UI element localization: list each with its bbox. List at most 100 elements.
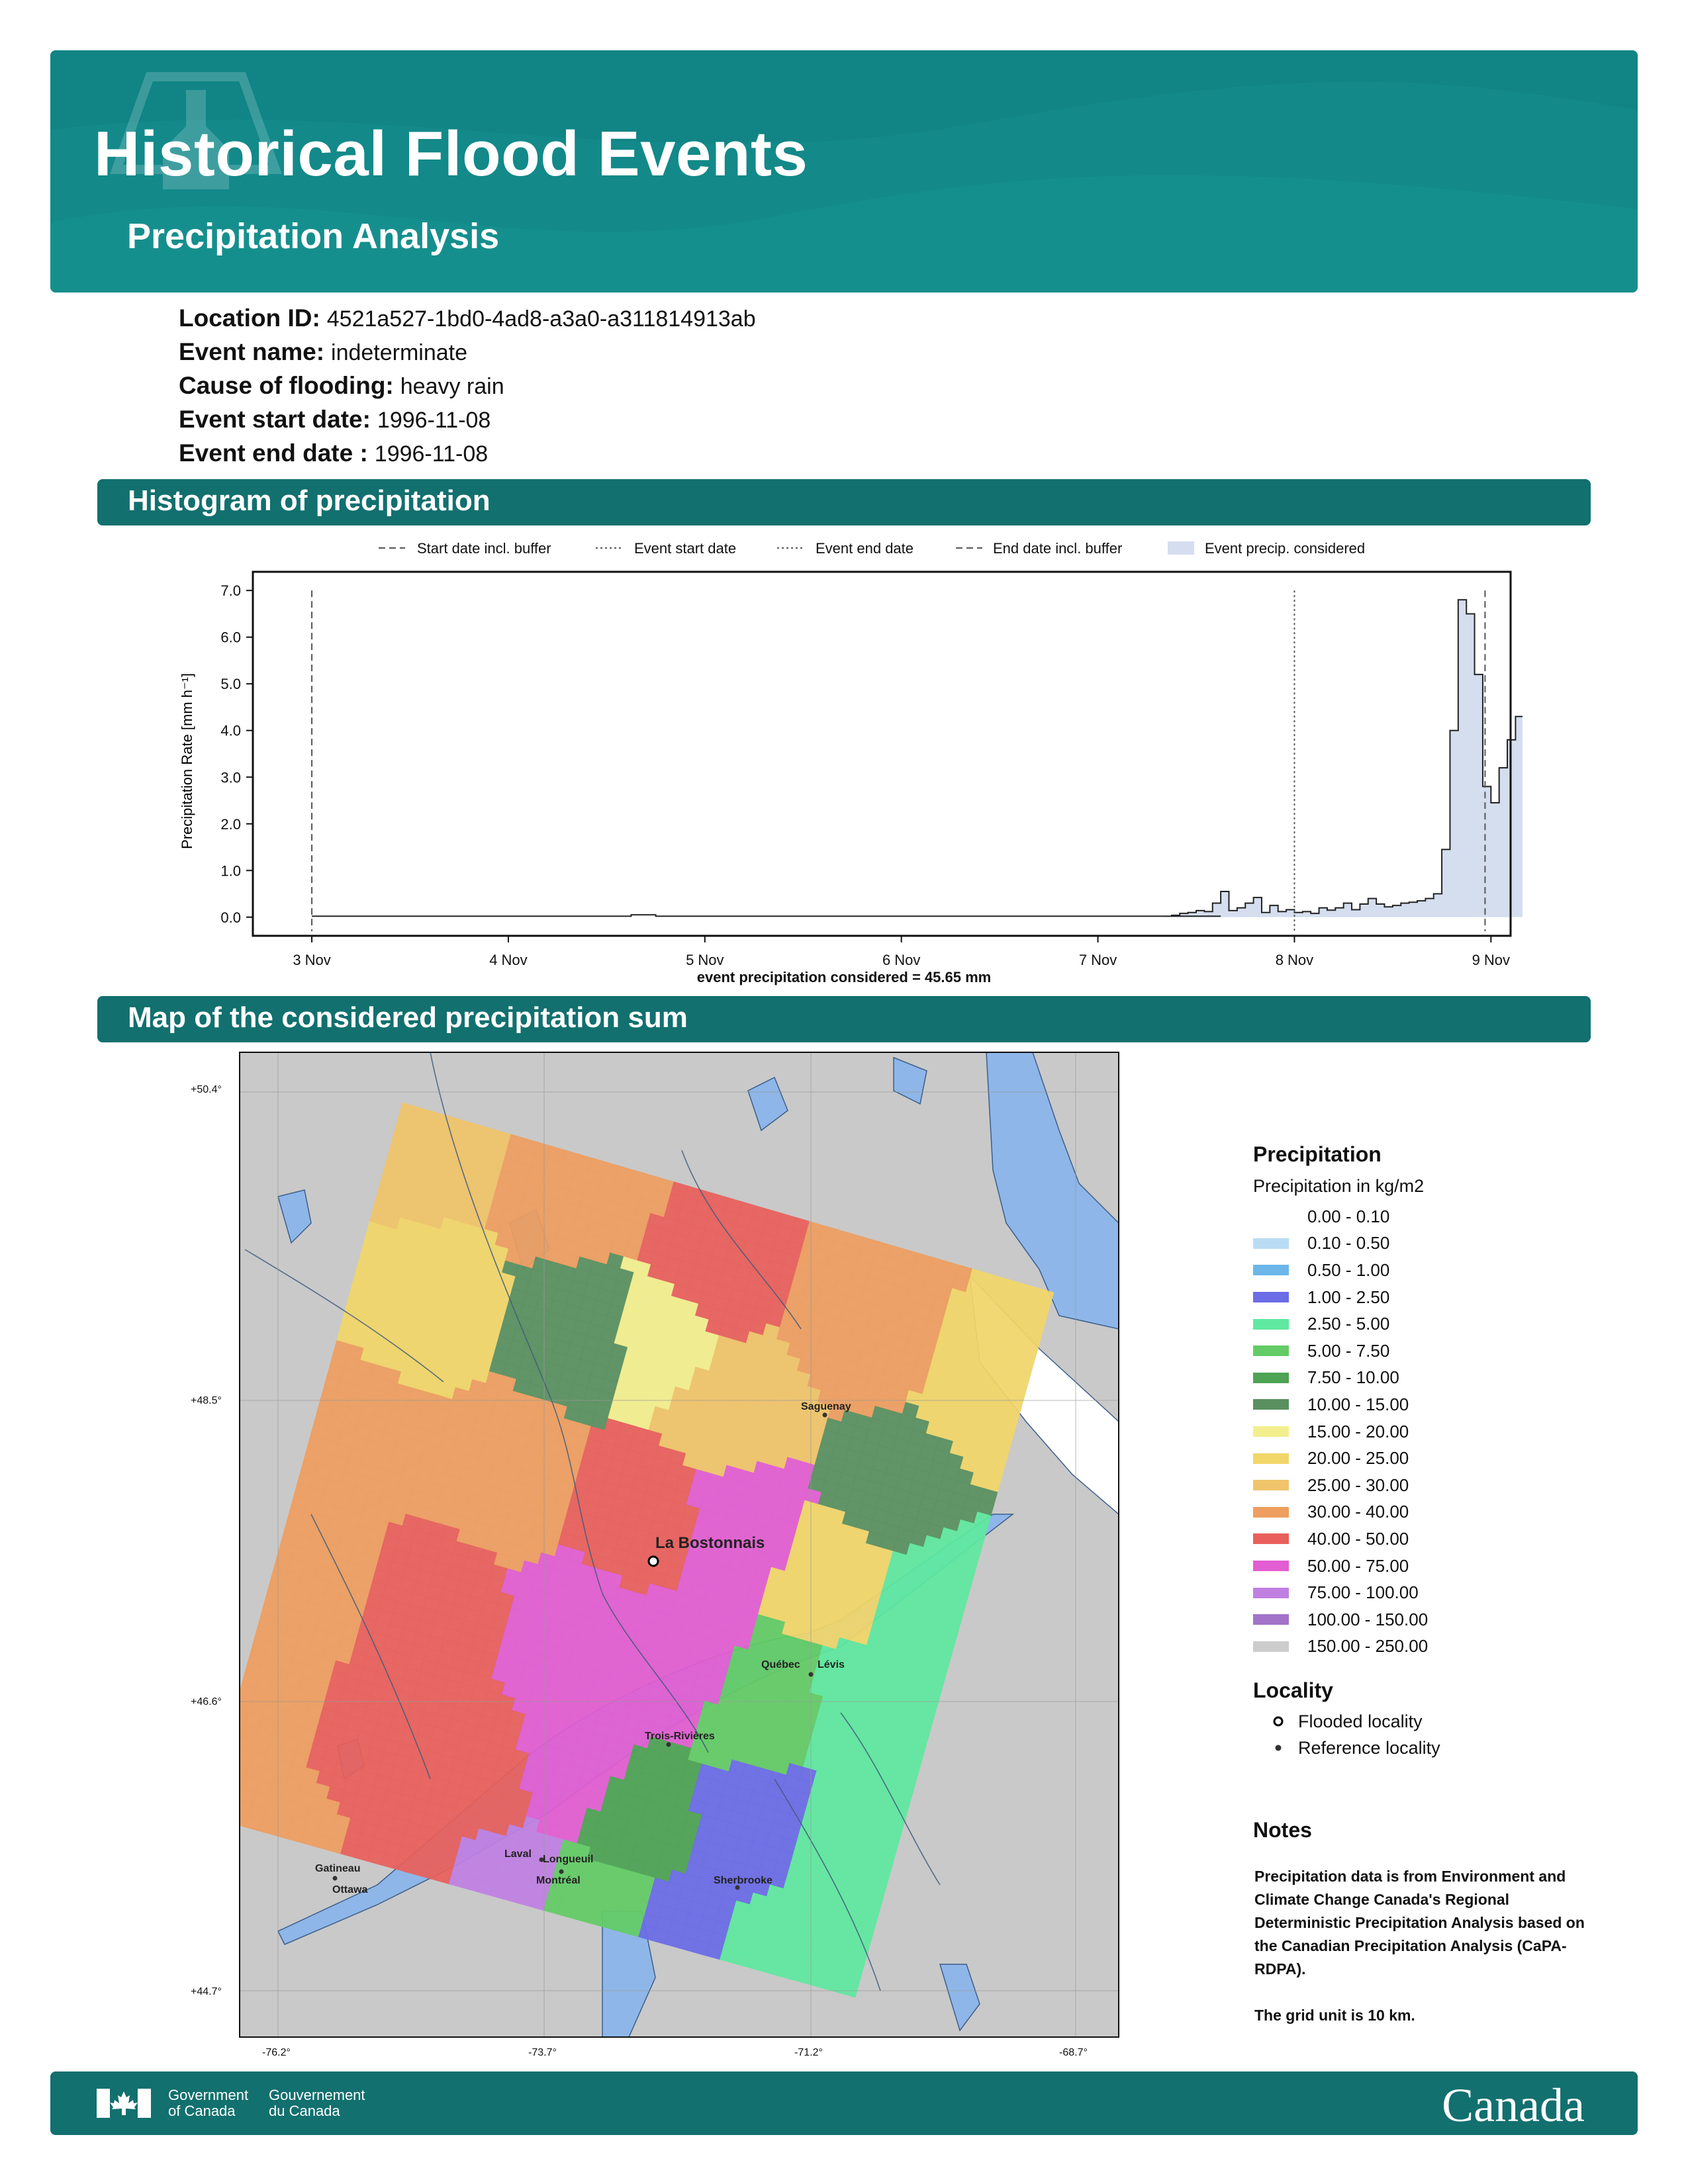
legend-bin-label: 30.00 - 40.00 [1307, 1502, 1409, 1522]
legend-bin: 1.00 - 2.50 [1253, 1284, 1624, 1311]
legend-swatch [1253, 1399, 1289, 1410]
grid-cell [222, 1796, 238, 1812]
legend-event-end: Event end date [777, 540, 914, 557]
legend-bin-label: 15.00 - 20.00 [1307, 1421, 1409, 1441]
svg-text:Start date incl. buffer: Start date incl. buffer [417, 540, 551, 557]
lon-tick: -76.2° [262, 2047, 291, 2058]
place-sherbrooke: Sherbrooke [714, 1875, 773, 1886]
y-tick-label: 7.0 [220, 582, 241, 599]
x-tick-label: 6 Nov [882, 952, 920, 966]
section-histogram: Histogram of precipitation [97, 479, 1591, 525]
svg-text:Event precip. considered: Event precip. considered [1205, 540, 1365, 557]
legend-bin: 0.10 - 0.50 [1253, 1230, 1624, 1257]
info-cause: Cause of flooding: heavy rain [179, 372, 504, 399]
x-tick-label: 4 Nov [489, 952, 527, 966]
place-longueuil: Longueuil [543, 1854, 593, 1865]
legend-bin: 2.50 - 5.00 [1253, 1310, 1624, 1338]
legend-swatch [1253, 1345, 1289, 1357]
legend-end-buffer: End date incl. buffer [956, 540, 1122, 557]
info-end-date: Event end date :1996-11-08 [179, 439, 489, 467]
legend-swatch [1253, 1292, 1289, 1303]
legend-swatch [1253, 1533, 1289, 1545]
precip-fill-area [1163, 600, 1523, 917]
grid-cell [205, 1804, 222, 1820]
legend-bin-label: 2.50 - 5.00 [1307, 1314, 1390, 1334]
legend-bin: 100.00 - 150.00 [1253, 1606, 1624, 1633]
legend-bin-label: 0.00 - 0.10 [1307, 1206, 1390, 1226]
precip-line [312, 599, 1523, 917]
section-map-title: Map of the considered precipitation sum [128, 1001, 688, 1034]
legend-swatch [1253, 1641, 1289, 1652]
locality-title: Locality [1253, 1678, 1333, 1703]
grid-cell [209, 1792, 225, 1808]
notes-text-grid: The grid unit is 10 km. [1254, 2007, 1415, 2024]
info-start-date: Event start date: 1996-11-08 [179, 406, 491, 433]
grid-cell [218, 1808, 235, 1824]
legend-swatch [1253, 1480, 1289, 1491]
legend-bin-label: 50.00 - 75.00 [1307, 1555, 1409, 1576]
info-location-id: Location ID: 4521a527-1bd0-4ad8-a3a0-a311… [179, 304, 756, 332]
legend-swatch [1253, 1426, 1289, 1437]
legend-bin-label: 7.50 - 10.00 [1307, 1367, 1399, 1388]
precipitation-map: +50.4° +48.5° +46.6° +44.7° -76.2° -73.7… [179, 1051, 1120, 2058]
legend-start-buffer: Start date incl. buffer [379, 540, 551, 557]
legend-flooded: Flooded locality [1253, 1708, 1624, 1735]
gov-fr: Gouvernement du Canada [269, 2087, 365, 2119]
y-tick-label: 4.0 [220, 723, 241, 739]
page-subtitle: Precipitation Analysis [127, 216, 500, 256]
place-ottawa: Ottawa [332, 1884, 367, 1895]
map-legend: Precipitation Precipitation in kg/m2 0.0… [1253, 1142, 1624, 1761]
place-la-bostonnais: La Bostonnais [655, 1534, 765, 1552]
legend-bin: 15.00 - 20.00 [1253, 1418, 1624, 1445]
place-trois-rivieres: Trois-Rivières [645, 1731, 715, 1742]
notes-text-source: Precipitation data is from Environment a… [1254, 1868, 1585, 1978]
info-event-name: Event name: indeterminate [179, 338, 468, 365]
legend-bin: 30.00 - 40.00 [1253, 1499, 1624, 1526]
x-tick-label: 5 Nov [686, 952, 724, 966]
canada-wordmark: Canada [1442, 2079, 1585, 2132]
legend-bin-label: 25.00 - 30.00 [1307, 1475, 1409, 1495]
grid-cell [218, 1756, 235, 1772]
flooded-locality-marker [647, 1555, 659, 1567]
legend-bin-label: 0.50 - 1.00 [1307, 1259, 1390, 1280]
lon-tick: -71.2° [794, 2047, 823, 2058]
place-montreal: Montréal [536, 1875, 581, 1886]
legend-subtitle: Precipitation in kg/m2 [1253, 1176, 1425, 1196]
legend-swatch [1253, 1506, 1289, 1518]
header-banner: Historical Flood Events Precipitation An… [50, 50, 1638, 293]
section-map: Map of the considered precipitation sum [97, 996, 1591, 1042]
legend-title: Precipitation [1253, 1142, 1382, 1166]
y-tick-label: 6.0 [220, 629, 241, 646]
legend-bin-label: 0.10 - 0.50 [1307, 1233, 1390, 1253]
x-axis-label: event precipitation considered = 45.65 m… [696, 969, 992, 985]
legend-bin: 20.00 - 25.00 [1253, 1445, 1624, 1472]
legend-bin: 10.00 - 15.00 [1253, 1391, 1624, 1418]
svg-text:Event end date: Event end date [816, 540, 914, 557]
gov-en: Government of Canada [168, 2087, 249, 2119]
lon-tick: -73.7° [528, 2047, 557, 2058]
legend-bin: 0.50 - 1.00 [1253, 1257, 1624, 1284]
grid-cell [215, 1768, 232, 1784]
y-tick-label: 2.0 [220, 816, 241, 833]
legend-swatch [1253, 1238, 1289, 1249]
lon-tick: -68.7° [1059, 2047, 1088, 2058]
place-gatineau: Gatineau [315, 1863, 360, 1874]
legend-bin-label: 1.00 - 2.50 [1307, 1287, 1390, 1307]
legend-event-start: Event start date [596, 540, 736, 557]
legend-swatch [1253, 1587, 1289, 1598]
legend-swatch [1253, 1265, 1289, 1276]
legend-bin: 5.00 - 7.50 [1253, 1338, 1624, 1365]
legend-bin-label: 20.00 - 25.00 [1307, 1448, 1409, 1469]
place-saguenay: Saguenay [801, 1401, 851, 1412]
legend-bin: 150.00 - 250.00 [1253, 1633, 1624, 1661]
legend-bin: 7.50 - 10.00 [1253, 1365, 1624, 1392]
x-tick-label: 9 Nov [1472, 952, 1510, 966]
legend-swatch [1253, 1561, 1289, 1572]
y-tick-label: 3.0 [220, 769, 241, 786]
legend-bin-label: 75.00 - 100.00 [1307, 1582, 1419, 1603]
legend-reference: Reference locality [1253, 1735, 1624, 1761]
section-histogram-title: Histogram of precipitation [128, 484, 491, 517]
precipitation-histogram: Precipitation Rate [mm h⁻¹] 0.0 1.0 2.0 3.0… [179, 570, 1523, 966]
histogram-legend: Start date incl. buffer Event start date… [379, 540, 1365, 557]
x-tick-label: 7 Nov [1079, 952, 1117, 966]
